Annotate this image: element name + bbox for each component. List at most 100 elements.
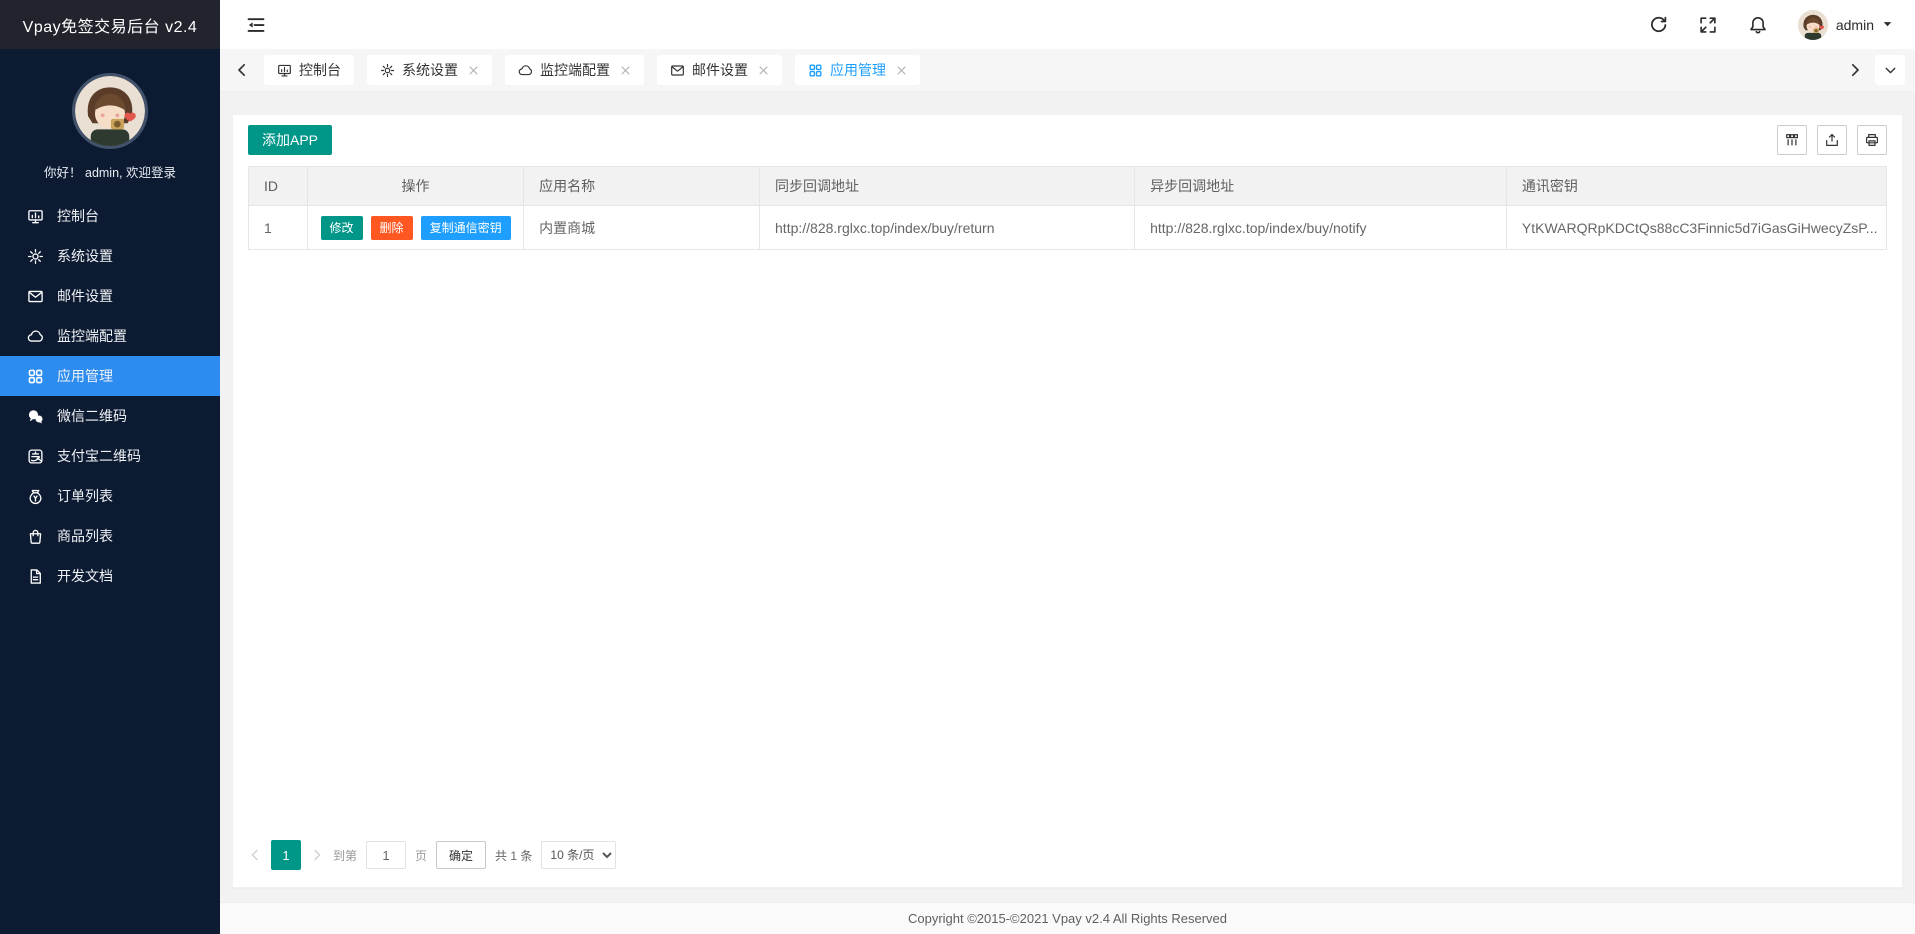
table-header-row: ID 操作 应用名称 同步回调地址 异步回调地址 通讯密钥	[249, 167, 1887, 206]
current-page-button[interactable]: 1	[271, 840, 301, 870]
copyright-text: Copyright ©2015-©2021 Vpay v2.4 All Righ…	[908, 911, 1227, 926]
table-empty-space	[233, 250, 1902, 840]
footer: Copyright ©2015-©2021 Vpay v2.4 All Righ…	[220, 902, 1915, 934]
sidebar-item-label: 支付宝二维码	[57, 446, 141, 466]
row-actions: 修改 删除 复制通信密钥	[323, 216, 508, 240]
sidebar: Vpay免签交易后台 v2.4 你好！ admin, 欢迎登录 控制台 系统设置…	[0, 0, 220, 934]
col-header-actions: 操作	[307, 167, 523, 206]
tabs-scroll-right-icon[interactable]	[1847, 62, 1863, 78]
cell-id: 1	[249, 206, 308, 250]
confirm-page-button[interactable]: 确定	[436, 841, 486, 869]
add-app-button[interactable]: 添加APP	[248, 125, 332, 155]
close-icon[interactable]	[468, 65, 479, 76]
card-toolbar: 添加APP	[233, 115, 1902, 166]
goods-icon	[27, 528, 44, 545]
wechat-icon	[27, 408, 44, 425]
app-logo-title: Vpay免签交易后台 v2.4	[0, 0, 220, 49]
total-count-label: 共 1 条	[495, 847, 532, 864]
table-row: 1 修改 删除 复制通信密钥 内置商城 http://828.rglxc	[249, 206, 1887, 250]
sidebar-item-label: 系统设置	[57, 246, 113, 266]
sidebar-item-label: 控制台	[57, 206, 99, 226]
edit-button[interactable]: 修改	[321, 216, 363, 240]
sidebar-item-label: 邮件设置	[57, 286, 113, 306]
col-header-app-name: 应用名称	[524, 167, 760, 206]
delete-button[interactable]: 删除	[371, 216, 413, 240]
cell-sync-url: http://828.rglxc.top/index/buy/return	[760, 206, 1135, 250]
tab-strip: 控制台 系统设置 监控端配置 邮件设置	[220, 49, 1915, 92]
app-table: ID 操作 应用名称 同步回调地址 异步回调地址 通讯密钥 1	[233, 166, 1902, 250]
col-header-sync-url: 同步回调地址	[760, 167, 1135, 206]
print-icon[interactable]	[1857, 125, 1887, 155]
tab-mail-settings[interactable]: 邮件设置	[657, 55, 782, 85]
tab-system-settings[interactable]: 系统设置	[367, 55, 492, 85]
app-grid-icon	[808, 63, 823, 78]
close-icon[interactable]	[758, 65, 769, 76]
tabs: 控制台 系统设置 监控端配置 邮件设置	[264, 55, 1847, 85]
notification-bell-icon[interactable]	[1748, 15, 1768, 35]
export-icon[interactable]	[1817, 125, 1847, 155]
sidebar-item-label: 订单列表	[57, 486, 113, 506]
sidebar-item-label: 开发文档	[57, 566, 113, 586]
pagination: 1 到第 页 确定 共 1 条 10 条/页	[233, 840, 1902, 887]
order-icon	[27, 488, 44, 505]
tab-app-management[interactable]: 应用管理	[795, 55, 920, 85]
avatar	[1798, 10, 1828, 40]
cell-app-name: 内置商城	[524, 206, 760, 250]
tabs-scroll-left-icon[interactable]	[234, 62, 250, 78]
col-header-async-url: 异步回调地址	[1135, 167, 1507, 206]
col-header-id: ID	[249, 167, 308, 206]
doc-icon	[27, 568, 44, 585]
cell-secret: YtKWARQRpKDCtQs88cC3Finnic5d7iGasGiHwecy…	[1506, 206, 1886, 250]
cloud-icon	[518, 63, 533, 78]
filter-columns-icon[interactable]	[1777, 125, 1807, 155]
refresh-icon[interactable]	[1648, 15, 1668, 35]
sidebar-user-block: 你好！ admin, 欢迎登录	[0, 49, 220, 181]
sidebar-item-label: 监控端配置	[57, 326, 127, 346]
app-management-card: 添加APP ID	[232, 114, 1903, 888]
sidebar-item-alipay-qrcode[interactable]: 支付宝二维码	[0, 436, 220, 476]
close-icon[interactable]	[620, 65, 631, 76]
tab-monitor-config[interactable]: 监控端配置	[505, 55, 644, 85]
sidebar-item-order-list[interactable]: 订单列表	[0, 476, 220, 516]
mail-icon	[27, 288, 44, 305]
content-area: 添加APP ID	[220, 92, 1915, 902]
collapse-sidebar-icon[interactable]	[246, 15, 266, 35]
next-page-icon[interactable]	[310, 848, 324, 862]
sidebar-item-monitor-config[interactable]: 监控端配置	[0, 316, 220, 356]
sidebar-item-label: 微信二维码	[57, 406, 127, 426]
page-size-select[interactable]: 10 条/页	[541, 841, 616, 869]
topbar: admin	[220, 0, 1915, 49]
topbar-actions: admin	[1648, 10, 1893, 40]
console-icon	[27, 208, 44, 225]
sidebar-item-system-settings[interactable]: 系统设置	[0, 236, 220, 276]
close-icon[interactable]	[896, 65, 907, 76]
avatar	[72, 73, 148, 149]
table-tools	[1777, 125, 1887, 155]
sidebar-item-dev-docs[interactable]: 开发文档	[0, 556, 220, 596]
welcome-text: 你好！ admin, 欢迎登录	[0, 162, 220, 181]
console-icon	[277, 63, 292, 78]
mail-icon	[670, 63, 685, 78]
cell-async-url: http://828.rglxc.top/index/buy/notify	[1135, 206, 1507, 250]
copy-secret-button[interactable]: 复制通信密钥	[421, 216, 511, 240]
user-menu[interactable]: admin	[1798, 10, 1893, 40]
app-grid-icon	[27, 368, 44, 385]
gear-icon	[380, 63, 395, 78]
sidebar-item-console[interactable]: 控制台	[0, 196, 220, 236]
sidebar-item-app-management[interactable]: 应用管理	[0, 356, 220, 396]
sidebar-item-label: 商品列表	[57, 526, 113, 546]
fullscreen-icon[interactable]	[1698, 15, 1718, 35]
sidebar-item-wechat-qrcode[interactable]: 微信二维码	[0, 396, 220, 436]
tab-console[interactable]: 控制台	[264, 55, 354, 85]
goto-page-input[interactable]	[366, 841, 406, 869]
sidebar-item-mail-settings[interactable]: 邮件设置	[0, 276, 220, 316]
sidebar-menu: 控制台 系统设置 邮件设置 监控端配置 应用管理 微信二维码	[0, 196, 220, 596]
main-column: admin 控制台 系统设置 监控端配置	[220, 0, 1915, 934]
goto-page-label: 到第	[333, 847, 357, 864]
sidebar-item-goods-list[interactable]: 商品列表	[0, 516, 220, 556]
sidebar-item-label: 应用管理	[57, 366, 113, 386]
gear-icon	[27, 248, 44, 265]
app-window: Vpay免签交易后台 v2.4 你好！ admin, 欢迎登录 控制台 系统设置…	[0, 0, 1915, 934]
tabs-options-dropdown[interactable]	[1875, 55, 1905, 85]
prev-page-icon[interactable]	[248, 848, 262, 862]
